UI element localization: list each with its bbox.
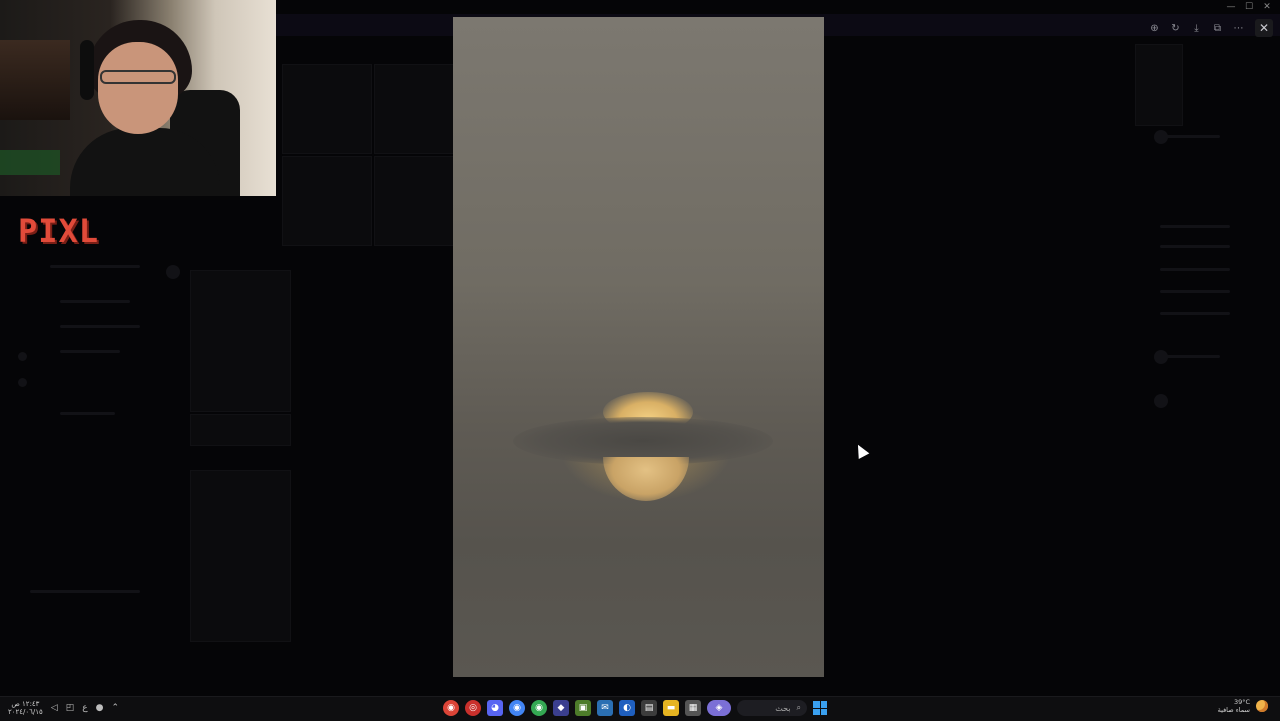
- background-text-line: [60, 412, 115, 415]
- viewer-photo[interactable]: [453, 17, 824, 677]
- search-icon: ⌕: [796, 703, 801, 712]
- background-text-line: [60, 300, 130, 303]
- background-text-line: [30, 590, 140, 593]
- widgets-icon[interactable]: ◈: [707, 700, 731, 716]
- background-text-line: [1160, 312, 1230, 315]
- minimize-icon[interactable]: —: [1222, 0, 1240, 14]
- store-icon[interactable]: ▤: [641, 700, 657, 716]
- background-image-card: [190, 470, 291, 642]
- weather-moon-icon: [1256, 700, 1268, 712]
- file-explorer-icon[interactable]: ▬: [663, 700, 679, 716]
- edge-icon[interactable]: ◐: [619, 700, 635, 716]
- open-external-icon[interactable]: ⧉: [1209, 20, 1226, 37]
- background-thumbnail: [374, 156, 454, 246]
- chrome-alt-icon[interactable]: ◉: [531, 700, 547, 716]
- background-image-card: [190, 270, 291, 412]
- background-thumbnail: [374, 64, 454, 154]
- system-tray: ١٢:٤٣ ص ٢٠٢٤/٠٦/١٥ ◁ ◰ ع ● ⌃: [8, 697, 119, 719]
- close-icon[interactable]: ✕: [1255, 19, 1273, 37]
- weather-widget[interactable]: 39°C سماء صافية: [1218, 698, 1268, 714]
- download-icon[interactable]: ⤓: [1188, 20, 1205, 37]
- taskbar-clock[interactable]: ١٢:٤٣ ص ٢٠٢٤/٠٦/١٥: [8, 700, 43, 716]
- background-text-line: [1160, 355, 1220, 358]
- chrome-profile-icon[interactable]: ◉: [509, 700, 525, 716]
- weather-temperature: 39°C: [1233, 698, 1250, 706]
- notepad-icon[interactable]: ▦: [685, 700, 701, 716]
- zoom-in-icon[interactable]: ⊕: [1146, 20, 1163, 37]
- rotate-icon[interactable]: ↻: [1167, 20, 1184, 37]
- background-server-icon: [18, 378, 27, 387]
- background-user-avatar: [1154, 394, 1168, 408]
- search-placeholder: بحث: [775, 703, 791, 713]
- network-icon[interactable]: ◰: [66, 703, 75, 713]
- background-text-line: [1160, 225, 1230, 228]
- speaker-icon[interactable]: ◁: [51, 703, 58, 713]
- background-image-card: [190, 414, 291, 446]
- webcam-overlay: [0, 0, 276, 196]
- webcam-headset: [80, 40, 94, 100]
- background-text-line: [1160, 135, 1220, 138]
- background-text-line: [60, 325, 140, 328]
- webcam-person-face: [98, 42, 178, 134]
- language-icon[interactable]: ع: [82, 703, 87, 713]
- viewer-toolbar: ⊕ ↻ ⤓ ⧉ ⋯ ✕: [1146, 18, 1273, 38]
- background-user-avatar: [1154, 130, 1168, 144]
- discord-icon[interactable]: ◕: [487, 700, 503, 716]
- webcam-green-light: [0, 150, 60, 175]
- background-avatar-card: [1135, 44, 1183, 126]
- more-icon[interactable]: ⋯: [1230, 20, 1247, 37]
- background-text-line: [60, 350, 120, 353]
- background-user-avatar: [1154, 350, 1168, 364]
- chrome-icon[interactable]: ◉: [443, 700, 459, 716]
- clock-date: ٢٠٢٤/٠٦/١٥: [8, 708, 43, 716]
- taskbar-apps: ◉ ◎ ◕ ◉ ◉ ◆ ▣ ✉ ◐ ▤ ▬ ▦ ◈ بحث ⌕: [443, 698, 827, 718]
- start-icon[interactable]: [813, 701, 827, 715]
- weather-text: 39°C سماء صافية: [1218, 698, 1250, 714]
- chevron-up-icon[interactable]: ⌃: [111, 703, 119, 713]
- background-status-icon: [166, 265, 180, 279]
- background-text-line: [1160, 245, 1230, 248]
- mail-icon[interactable]: ✉: [597, 700, 613, 716]
- background-server-icon: [18, 352, 27, 361]
- clock-time: ١٢:٤٣ ص: [11, 700, 40, 708]
- microphone-icon[interactable]: ●: [96, 703, 104, 713]
- webcam-shelf: [0, 40, 70, 120]
- webcam-person-glasses: [100, 70, 176, 84]
- background-thumbnail: [282, 156, 372, 246]
- taskbar-search[interactable]: بحث ⌕: [737, 700, 807, 716]
- weather-description: سماء صافية: [1217, 706, 1250, 714]
- game-controller-icon[interactable]: ◆: [553, 700, 569, 716]
- background-text-line: [1160, 290, 1230, 293]
- maximize-icon[interactable]: ☐: [1240, 0, 1258, 14]
- stream-logo: PIXL: [18, 212, 100, 250]
- window-controls: — ☐ ✕: [1222, 0, 1276, 14]
- minecraft-icon[interactable]: ▣: [575, 700, 591, 716]
- window-close-icon[interactable]: ✕: [1258, 0, 1276, 14]
- background-text-line: [1160, 268, 1230, 271]
- background-thumbnail: [282, 64, 372, 154]
- photo-sun-lower: [603, 457, 689, 501]
- opera-icon[interactable]: ◎: [465, 700, 481, 716]
- background-text-line: [50, 265, 140, 268]
